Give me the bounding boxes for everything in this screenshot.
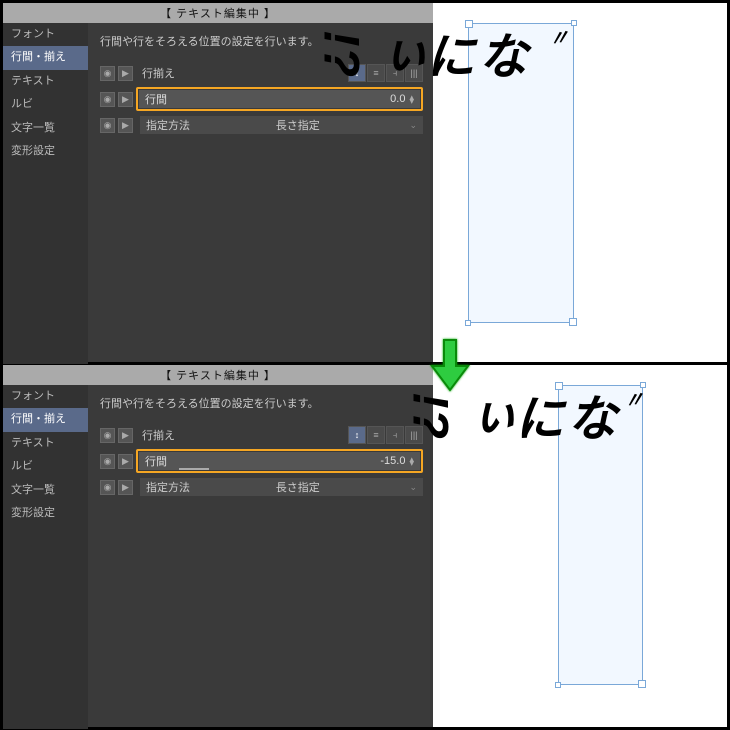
spacing-slider[interactable]: 行間 0.0 ▴▾	[139, 90, 420, 108]
down-arrow-icon	[430, 338, 470, 392]
play-icon[interactable]: ▶	[118, 428, 133, 443]
align-label: 行揃え	[142, 427, 222, 443]
sidebar-item-font[interactable]: フォント	[3, 23, 88, 46]
method-label: 指定方法	[146, 479, 226, 495]
align-bot-icon[interactable]: ⫞	[386, 426, 404, 444]
text-bounding-box[interactable]: な に ぃ !? 〃	[468, 23, 574, 323]
method-select[interactable]: 指定方法 長さ指定 ⌄	[140, 116, 423, 134]
eye-icon[interactable]: ◉	[100, 92, 115, 107]
play-icon[interactable]: ▶	[118, 66, 133, 81]
sidebar-item-spacing[interactable]: 行間・揃え	[3, 46, 88, 69]
settings-panel: 【 テキスト編集中 】 フォント 行間・揃え テキスト ルビ 文字一覧 変形設定…	[3, 365, 433, 727]
play-icon[interactable]: ▶	[118, 480, 133, 495]
align-top-icon[interactable]: ↕	[348, 426, 366, 444]
sidebar-item-transform[interactable]: 変形設定	[3, 502, 88, 525]
row-spacing: ◉ ▶ 行間 0.0 ▴▾	[100, 89, 423, 109]
chevron-down-icon: ⌄	[409, 482, 417, 493]
sidebar-item-font[interactable]: フォント	[3, 385, 88, 408]
eye-icon[interactable]: ◉	[100, 66, 115, 81]
spacing-highlight: 行間 0.0 ▴▾	[136, 87, 423, 111]
spinner-icon[interactable]: ▴▾	[409, 457, 414, 466]
bottom-example: 【 テキスト編集中 】 フォント 行間・揃え テキスト ルビ 文字一覧 変形設定…	[0, 365, 730, 730]
method-select[interactable]: 指定方法 長さ指定 ⌄	[140, 478, 423, 496]
vertical-text: な に ぃ !?	[315, 30, 525, 80]
eye-icon[interactable]: ◉	[100, 428, 115, 443]
row-method: ◉ ▶ 指定方法 長さ指定 ⌄	[100, 477, 423, 497]
row-method: ◉ ▶ 指定方法 長さ指定 ⌄	[100, 115, 423, 135]
sidebar-item-charlist[interactable]: 文字一覧	[3, 479, 88, 502]
sidebar-item-text[interactable]: テキスト	[3, 70, 88, 93]
spacing-value: 0.0	[390, 93, 405, 105]
spacing-highlight: 行間 -15.0 ▴▾	[136, 449, 423, 473]
dakuten: 〃	[549, 20, 569, 53]
main-area: 行間や行をそろえる位置の設定を行います。 ◉ ▶ 行揃え ↕ ≡ ⫞ ||| ◉…	[88, 385, 433, 729]
sidebar-item-ruby[interactable]: ルビ	[3, 93, 88, 116]
panel-title: 【 テキスト編集中 】	[3, 3, 433, 23]
chevron-down-icon: ⌄	[409, 120, 417, 131]
sidebar-item-transform[interactable]: 変形設定	[3, 140, 88, 163]
align-label: 行揃え	[142, 65, 222, 81]
canvas-bottom: な に ぃ !? 〃	[433, 365, 727, 727]
canvas-top: な に ぃ !? 〃	[433, 3, 727, 362]
method-label: 指定方法	[146, 117, 226, 133]
dakuten: 〃	[624, 382, 644, 415]
play-icon[interactable]: ▶	[118, 92, 133, 107]
vertical-text: な に ぃ !?	[404, 392, 614, 442]
spacing-label: 行間	[145, 453, 167, 469]
method-value: 長さ指定	[276, 117, 320, 133]
spinner-icon[interactable]: ▴▾	[409, 95, 414, 104]
eye-icon[interactable]: ◉	[100, 118, 115, 133]
description: 行間や行をそろえる位置の設定を行います。	[100, 395, 423, 411]
spacing-slider[interactable]: 行間 -15.0 ▴▾	[139, 452, 420, 470]
top-example: 【 テキスト編集中 】 フォント 行間・揃え テキスト ルビ 文字一覧 変形設定…	[0, 0, 730, 365]
sidebar-item-ruby[interactable]: ルビ	[3, 455, 88, 478]
row-align: ◉ ▶ 行揃え ↕ ≡ ⫞ |||	[100, 425, 423, 445]
eye-icon[interactable]: ◉	[100, 480, 115, 495]
play-icon[interactable]: ▶	[118, 454, 133, 469]
sidebar-item-text[interactable]: テキスト	[3, 432, 88, 455]
sidebar-item-charlist[interactable]: 文字一覧	[3, 117, 88, 140]
eye-icon[interactable]: ◉	[100, 454, 115, 469]
spacing-value: -15.0	[380, 455, 405, 467]
text-bounding-box[interactable]: な に ぃ !? 〃	[558, 385, 643, 685]
panel-title: 【 テキスト編集中 】	[3, 365, 433, 385]
sidebar: フォント 行間・揃え テキスト ルビ 文字一覧 変形設定	[3, 385, 88, 729]
row-spacing: ◉ ▶ 行間 -15.0 ▴▾	[100, 451, 423, 471]
spacing-label: 行間	[145, 91, 167, 107]
play-icon[interactable]: ▶	[118, 118, 133, 133]
method-value: 長さ指定	[276, 479, 320, 495]
sidebar-item-spacing[interactable]: 行間・揃え	[3, 408, 88, 431]
align-mid-icon[interactable]: ≡	[367, 426, 385, 444]
sidebar: フォント 行間・揃え テキスト ルビ 文字一覧 変形設定	[3, 23, 88, 364]
